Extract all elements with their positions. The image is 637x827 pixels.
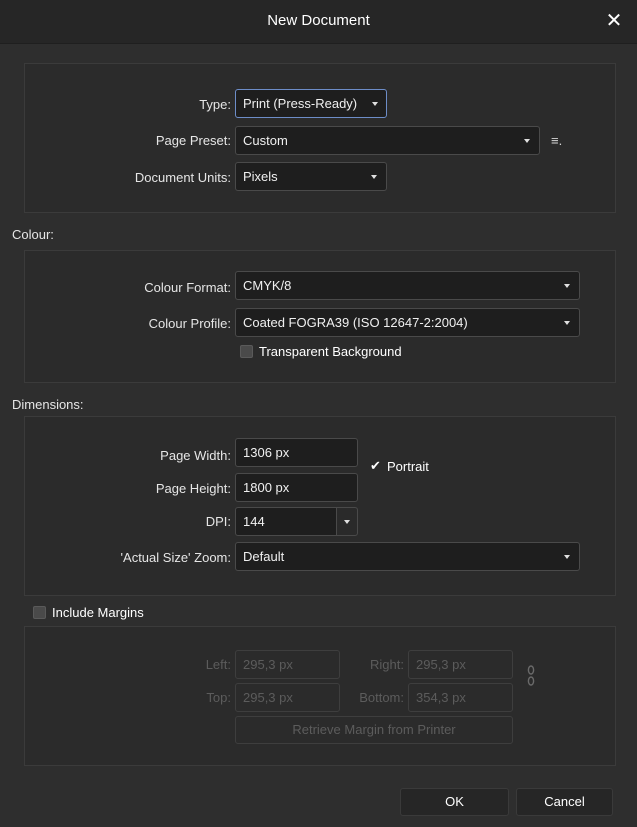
- page-width-label: Page Width:: [160, 448, 231, 463]
- page-preset-value: Custom: [243, 133, 288, 148]
- actual-size-zoom-dropdown[interactable]: Default: [235, 542, 580, 571]
- transparent-background-checkbox[interactable]: [240, 345, 253, 358]
- page-height-field[interactable]: 1800 px: [235, 473, 358, 502]
- actual-size-zoom-label: 'Actual Size' Zoom:: [120, 550, 231, 565]
- close-button[interactable]: ✕: [601, 8, 627, 34]
- page-preset-label: Page Preset:: [155, 133, 231, 148]
- actual-size-zoom-value: Default: [243, 549, 285, 564]
- retrieve-margin-button[interactable]: Retrieve Margin from Printer: [235, 716, 513, 744]
- colour-profile-dropdown[interactable]: Coated FOGRA39 (ISO 12647-2:2004): [235, 308, 580, 337]
- new-document-dialog: New Document ✕ Type: Print (Press-Ready)…: [0, 0, 637, 827]
- cancel-button[interactable]: Cancel: [516, 788, 613, 816]
- type-value: Print (Press-Ready): [243, 96, 358, 111]
- chevron-down-icon: [564, 555, 570, 559]
- dimensions-section-title: Dimensions:: [12, 397, 84, 412]
- margin-right-field[interactable]: 295,3 px: [408, 650, 513, 679]
- close-icon: ✕: [605, 10, 623, 32]
- chevron-down-icon: [564, 284, 570, 288]
- type-label: Type:: [199, 97, 231, 112]
- colour-profile-value: Coated FOGRA39 (ISO 12647-2:2004): [243, 315, 468, 330]
- chevron-down-icon: [371, 175, 377, 179]
- portrait-label: Portrait: [387, 459, 429, 474]
- margin-top-field[interactable]: 295,3 px: [235, 683, 340, 712]
- document-units-dropdown[interactable]: Pixels: [235, 162, 387, 191]
- chevron-down-icon: [372, 102, 378, 106]
- transparent-background-label: Transparent Background: [259, 344, 402, 359]
- colour-format-value: CMYK/8: [243, 278, 292, 293]
- document-units-value: Pixels: [243, 169, 278, 184]
- chevron-down-icon: [524, 139, 530, 143]
- margin-top-label: Top:: [206, 690, 231, 705]
- colour-profile-label: Colour Profile:: [148, 316, 231, 331]
- chevron-down-icon: [344, 520, 350, 524]
- margin-left-field[interactable]: 295,3 px: [235, 650, 340, 679]
- preset-menu-icon[interactable]: ≡.: [551, 133, 562, 148]
- page-preset-dropdown[interactable]: Custom: [235, 126, 540, 155]
- margin-right-label: Right:: [370, 657, 404, 672]
- margin-bottom-label: Bottom:: [359, 690, 404, 705]
- margin-bottom-field[interactable]: 354,3 px: [408, 683, 513, 712]
- colour-format-label: Colour Format:: [144, 280, 231, 295]
- margin-left-label: Left:: [205, 657, 231, 672]
- include-margins-checkbox[interactable]: [33, 606, 46, 619]
- dpi-field[interactable]: 144: [235, 507, 337, 536]
- type-dropdown[interactable]: Print (Press-Ready): [235, 89, 387, 118]
- colour-format-dropdown[interactable]: CMYK/8: [235, 271, 580, 300]
- chain-link-icon[interactable]: [526, 664, 536, 688]
- portrait-checkbox[interactable]: ✔: [369, 459, 382, 472]
- dpi-label: DPI:: [205, 514, 231, 529]
- include-margins-label: Include Margins: [52, 605, 144, 620]
- page-height-label: Page Height:: [155, 481, 231, 496]
- chevron-down-icon: [564, 321, 570, 325]
- ok-button[interactable]: OK: [400, 788, 509, 816]
- page-width-field[interactable]: 1306 px: [235, 438, 358, 467]
- document-units-label: Document Units:: [134, 170, 231, 185]
- dpi-dropdown-button[interactable]: [336, 507, 358, 536]
- title-bar: New Document ✕: [0, 0, 637, 44]
- dialog-title: New Document: [267, 12, 370, 29]
- colour-section-title: Colour:: [12, 227, 54, 242]
